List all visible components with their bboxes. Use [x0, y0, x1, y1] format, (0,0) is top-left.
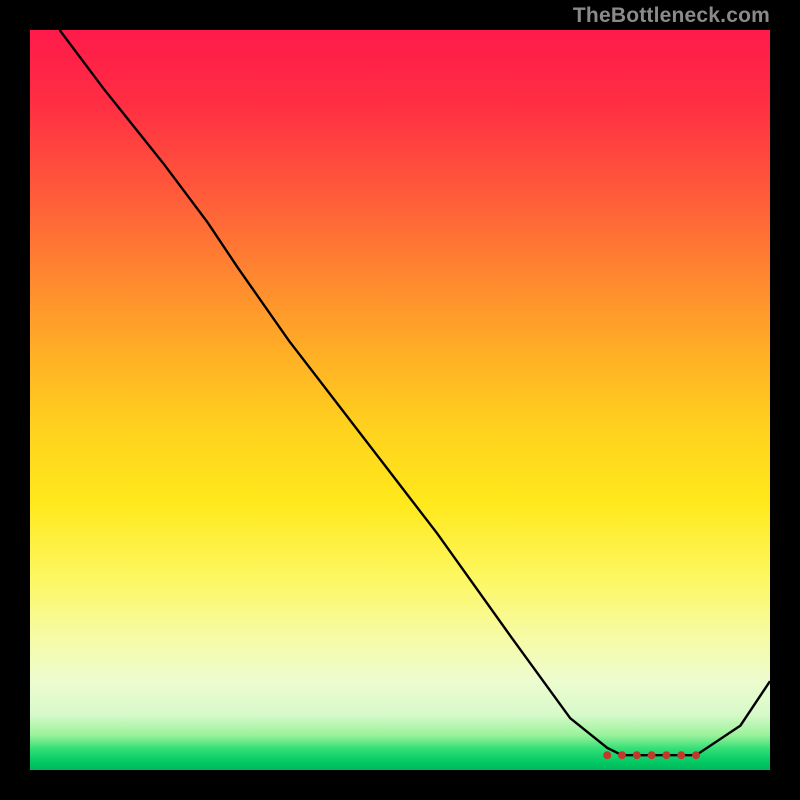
data-marker	[603, 751, 611, 759]
data-marker	[677, 751, 685, 759]
chart-frame: TheBottleneck.com	[0, 0, 800, 800]
data-marker	[633, 751, 641, 759]
data-marker	[692, 751, 700, 759]
trend-line	[60, 30, 770, 755]
data-marker	[662, 751, 670, 759]
plot-area	[30, 30, 770, 770]
watermark-label: TheBottleneck.com	[573, 4, 770, 28]
chart-svg	[30, 30, 770, 770]
data-marker	[648, 751, 656, 759]
data-marker	[618, 751, 626, 759]
